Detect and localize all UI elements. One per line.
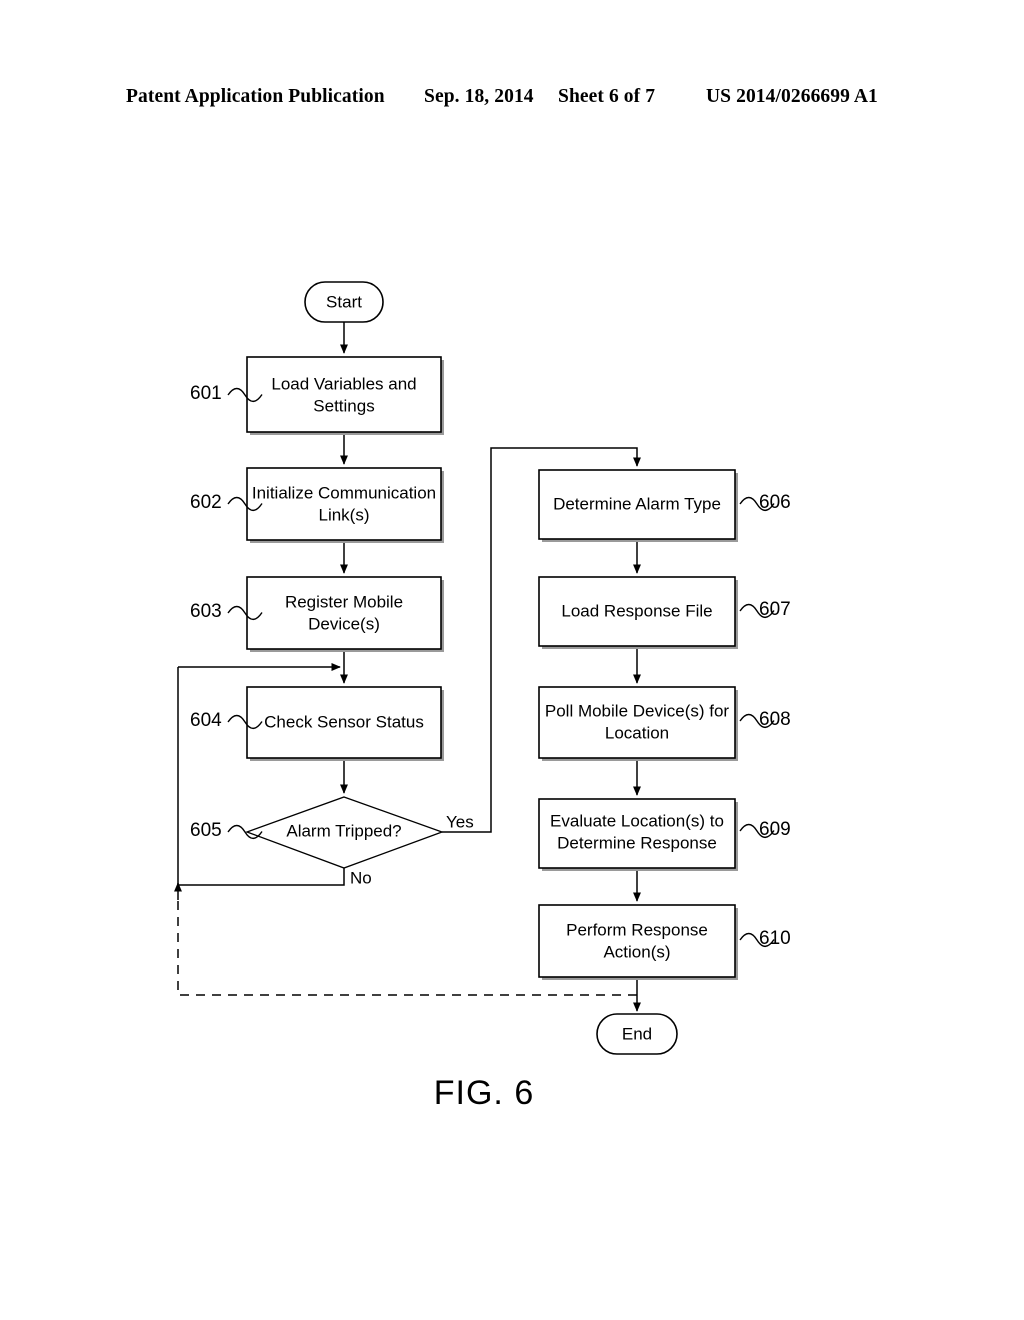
process-node-603-label-line1: Register Mobile xyxy=(285,592,403,611)
process-node-607-ref: 607 xyxy=(759,599,791,620)
decision-node-605-ref: 605 xyxy=(190,820,222,841)
connector-no-branch xyxy=(178,868,345,886)
process-node-609: Evaluate Location(s) to Determine Respon… xyxy=(538,798,791,871)
process-node-603-shape xyxy=(246,576,442,650)
process-node-603-label-line2: Device(s) xyxy=(308,614,380,633)
branch-label-no: No xyxy=(350,868,372,887)
process-node-608-label-line1: Poll Mobile Device(s) for xyxy=(545,701,730,720)
process-node-609-label-line2: Determine Response xyxy=(557,833,717,852)
process-node-601-ref: 601 xyxy=(190,383,222,404)
process-node-606-label-line1: Determine Alarm Type xyxy=(553,494,721,513)
process-node-606-ref: 606 xyxy=(759,492,791,513)
terminator-end-label: End xyxy=(622,1024,652,1043)
terminator-start-label: Start xyxy=(326,292,362,311)
figure-6-flowchart: Start Load Variables and Settings 601 In… xyxy=(0,0,1024,1320)
process-node-607-label-line1: Load Response File xyxy=(561,601,712,620)
branch-label-yes: Yes xyxy=(446,812,474,831)
process-node-610-shape xyxy=(538,904,736,978)
figure-caption: FIG. 6 xyxy=(434,1074,534,1112)
process-node-603: Register Mobile Device(s) 603 xyxy=(190,576,444,652)
process-node-603-ref: 603 xyxy=(190,601,222,622)
process-node-608: Poll Mobile Device(s) for Location 608 xyxy=(538,686,791,761)
process-node-608-ref: 608 xyxy=(759,709,791,730)
terminator-start: Start xyxy=(304,281,384,323)
decision-node-605-label: Alarm Tripped? xyxy=(286,821,401,840)
process-node-601: Load Variables and Settings 601 xyxy=(190,356,444,435)
process-node-609-ref: 609 xyxy=(759,819,791,840)
terminator-end: End xyxy=(596,1013,678,1055)
process-node-607: Load Response File 607 xyxy=(538,576,791,649)
process-node-606: Determine Alarm Type 606 xyxy=(538,469,791,542)
flowchart-svg: Start Load Variables and Settings 601 In… xyxy=(174,281,791,1112)
process-node-604: Check Sensor Status 604 xyxy=(190,686,444,761)
decision-node-605: Alarm Tripped? 605 Yes No xyxy=(190,796,474,887)
process-node-610: Perform Response Action(s) 610 xyxy=(538,904,791,980)
process-node-604-label-line1: Check Sensor Status xyxy=(264,712,424,731)
process-node-610-label-line2: Action(s) xyxy=(603,942,670,961)
process-node-601-shape xyxy=(246,356,442,433)
process-node-608-label-line2: Location xyxy=(605,723,669,742)
process-node-602-label-line1: Initialize Communication xyxy=(252,483,436,502)
process-node-604-ref: 604 xyxy=(190,710,222,731)
process-node-602-label-line2: Link(s) xyxy=(318,505,369,524)
process-node-610-ref: 610 xyxy=(759,928,791,949)
process-node-602-shape xyxy=(246,467,442,541)
process-node-602-ref: 602 xyxy=(190,492,222,513)
process-node-610-label-line1: Perform Response xyxy=(566,920,708,939)
process-node-601-label-line2: Settings xyxy=(313,396,374,415)
process-node-602: Initialize Communication Link(s) 602 xyxy=(190,467,444,543)
process-node-609-label-line1: Evaluate Location(s) to xyxy=(550,811,724,830)
process-node-601-label-line1: Load Variables and xyxy=(271,374,416,393)
